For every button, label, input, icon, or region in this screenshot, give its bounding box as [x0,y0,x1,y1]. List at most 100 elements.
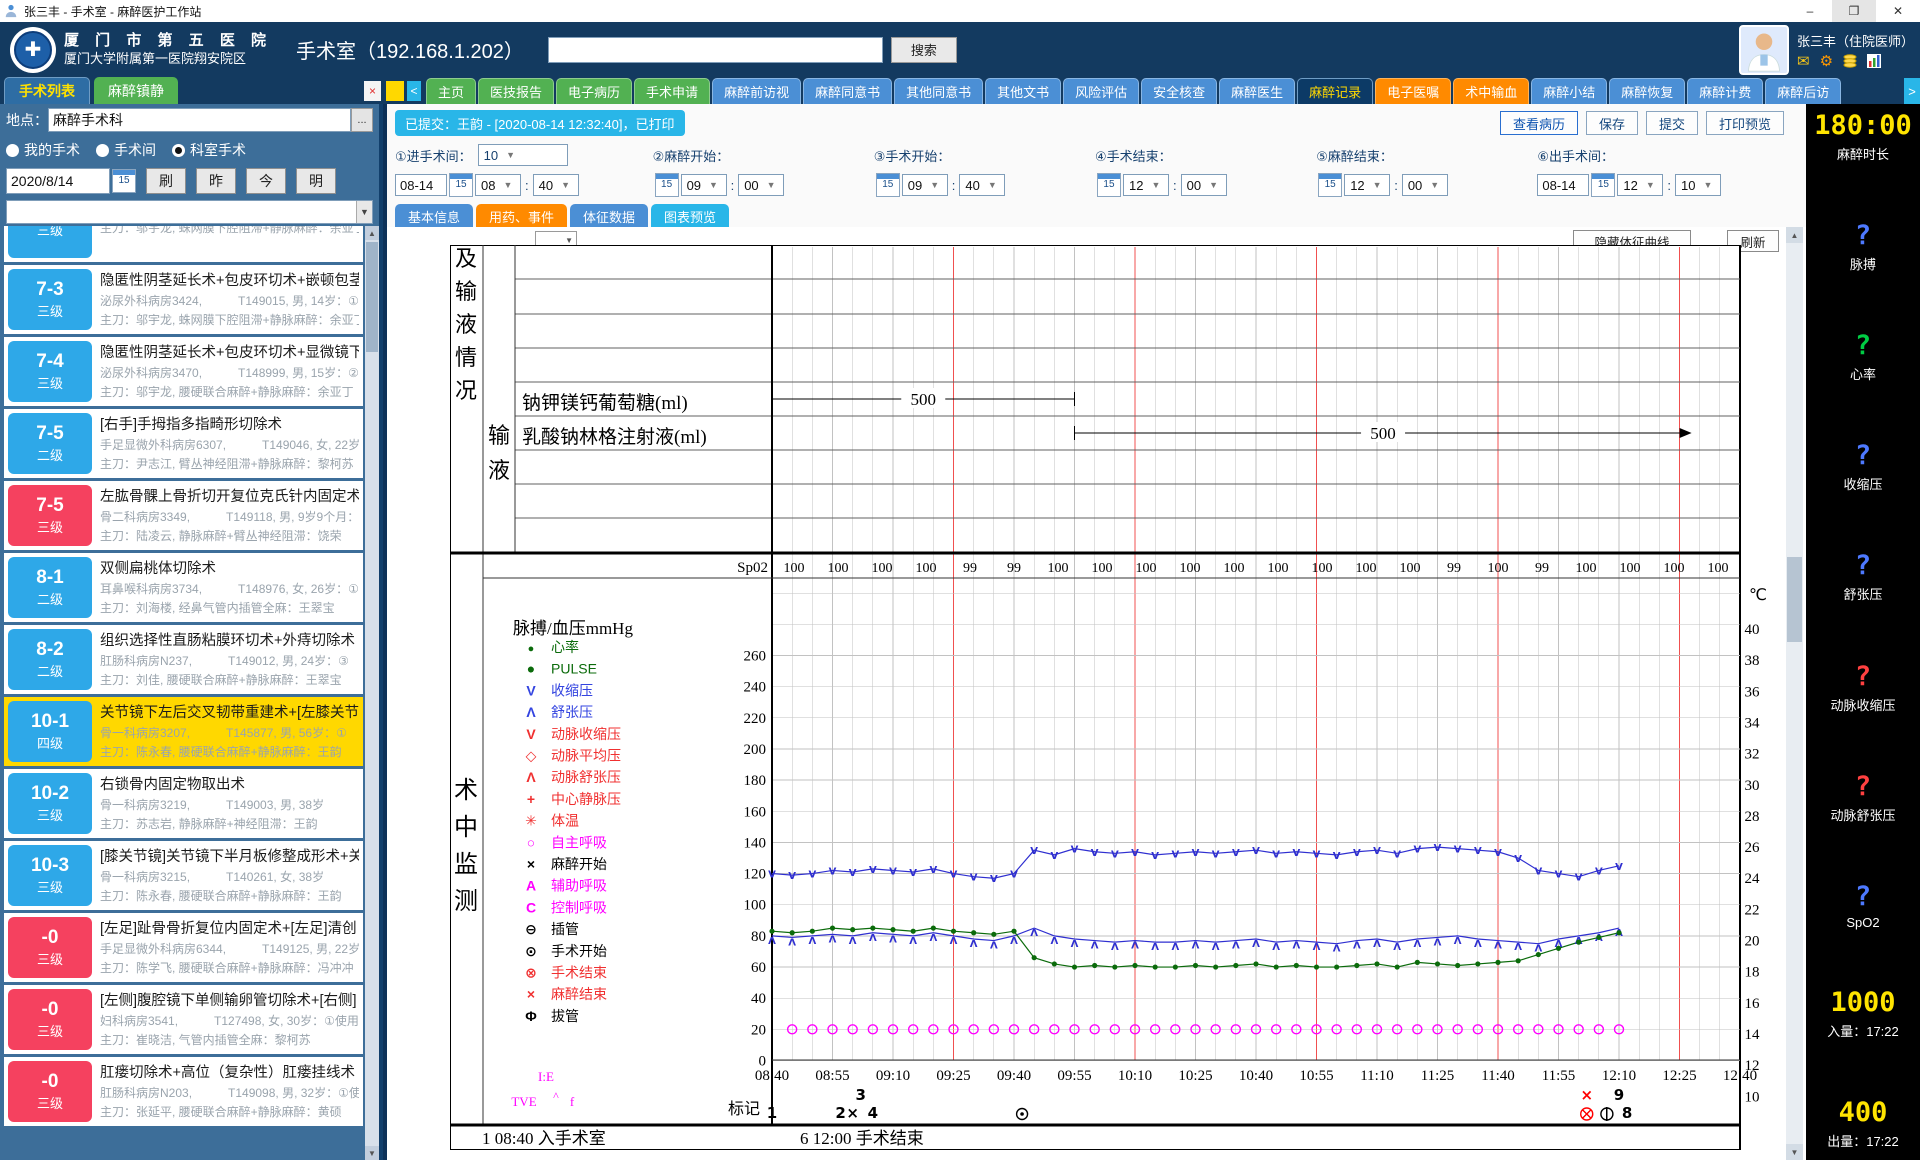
nav-tab-其他文书[interactable]: 其他文书 [985,78,1061,104]
calendar-icon[interactable]: 15 [1591,173,1615,197]
case-item[interactable]: 7-5三级左肱骨髁上骨折切开复位克氏针内固定术骨二科病房3349, T14911… [4,481,363,550]
minute-select[interactable]: 00▼ [1181,174,1227,196]
calendar-icon[interactable]: 15 [1318,173,1342,197]
scroll-left-button[interactable]: < [407,81,421,101]
nav-tab-手术申请[interactable]: 手术申请 [634,78,710,104]
svg-text:Λ: Λ [1252,939,1260,950]
calendar-icon[interactable]: 15 [1097,173,1121,197]
hour-select[interactable]: 12▼ [1344,174,1390,196]
nav-tab-电子病历[interactable]: 电子病历 [556,78,632,104]
sidebar-scrollbar[interactable]: ▲▼ [365,226,379,1160]
hour-select[interactable]: 09▼ [902,174,948,196]
minute-select[interactable]: 40▼ [959,174,1005,196]
nav-tab-麻醉恢复[interactable]: 麻醉恢复 [1609,78,1685,104]
gear-icon[interactable]: ⚙ [1820,54,1833,69]
sidebar-close-button[interactable]: × [364,81,381,101]
case-item[interactable]: 三级泌尿外科病房3409, 何于晧, T149000, 男, 12岁：①主刀：邬… [4,226,363,262]
hour-select[interactable]: 09▼ [681,174,727,196]
nav-tab-医技报告[interactable]: 医技报告 [478,78,554,104]
filter-select[interactable]: ▼ [6,200,373,224]
case-item[interactable]: -0三级[左足]趾骨骨折复位内固定术+[左足]清创手足显微外科病房6344, T… [4,913,363,982]
calendar-icon[interactable]: 15 [655,173,679,197]
calendar-icon[interactable]: 15 [112,169,136,193]
date-button-刷[interactable]: 刷 [146,168,186,194]
nav-tab-术中输血[interactable]: 术中输血 [1453,78,1529,104]
toolbar-button-提交[interactable]: 提交 [1646,111,1698,135]
calendar-icon[interactable]: 15 [876,173,900,197]
subtab-图表预览[interactable]: 图表预览 [651,204,729,228]
subtab-基本信息[interactable]: 基本信息 [395,204,473,228]
hour-select[interactable]: 12▼ [1123,174,1169,196]
case-item[interactable]: 10-3三级[膝关节镜]关节镜下半月板修整成形术+关骨一科病房3215, T14… [4,841,363,910]
sidebar: 地点： ... 我的手术手术间科室手术 15 刷昨今明 ▼ 三级泌尿外科病房34… [0,104,383,1160]
calendar-icon[interactable]: 15 [449,173,473,197]
date-field[interactable]: 08-14 [395,174,447,196]
date-field[interactable]: 08-14 [1537,174,1589,196]
minute-select[interactable]: 00▼ [1402,174,1448,196]
toolbar-button-打印预览[interactable]: 打印预览 [1706,111,1784,135]
nav-tab-其他同意书[interactable]: 其他同意书 [894,78,983,104]
case-item[interactable]: 8-2二级组织选择性直肠粘膜环切术+外痔切除术肛肠科病房N237, T14901… [4,625,363,694]
search-input[interactable] [548,37,883,63]
case-item[interactable]: 7-3三级隐匿性阴茎延长术+包皮环切术+嵌顿包茎泌尿外科病房3424, T149… [4,265,363,334]
case-item[interactable]: 7-4三级隐匿性阴茎延长术+包皮环切术+显微镜下泌尿外科病房3470, T148… [4,337,363,406]
pin-button[interactable] [386,81,404,101]
close-button[interactable]: ✕ [1876,0,1920,22]
sidebar-tab-1[interactable]: 麻醉镇静 [94,77,178,104]
scroll-right-button[interactable]: > [1904,78,1920,104]
nav-tab-安全核查[interactable]: 安全核查 [1141,78,1217,104]
subtab-体征数据[interactable]: 体征数据 [570,204,648,228]
svg-text:Λ: Λ [1313,942,1321,953]
nav-tab-麻醉小结[interactable]: 麻醉小结 [1531,78,1607,104]
hour-select[interactable]: 08▼ [475,174,521,196]
date-button-今[interactable]: 今 [246,168,286,194]
form-group-1: ②麻醉开始：1509▼:00▼ [653,142,874,202]
chart-scrollbar[interactable]: ▲▼ [1786,227,1803,1160]
nav-tab-麻醉计费[interactable]: 麻醉计费 [1687,78,1763,104]
sidebar-tab-0[interactable]: 手术列表 [4,77,90,104]
combo-value: 08 [481,178,495,193]
case-item[interactable]: 10-1四级关节镜下左后交叉韧带重建术+[左膝关节骨一科病房3207, T145… [4,697,363,766]
case-item[interactable]: 10-2三级右锁骨内固定物取出术骨一科病房3219, T149003, 男, 3… [4,769,363,838]
svg-text:Λ: Λ [1010,936,1018,947]
location-input[interactable] [48,108,351,132]
vital-value: 400 [1806,1097,1920,1128]
mail-icon[interactable]: ✉ [1797,54,1810,69]
date-button-昨[interactable]: 昨 [196,168,236,194]
room-select[interactable]: 10▼ [478,144,568,166]
search-button[interactable]: 搜索 [891,37,957,63]
minimize-button[interactable]: ‒ [1788,0,1832,22]
maximize-button[interactable]: ❐ [1832,0,1876,22]
toolbar-button-保存[interactable]: 保存 [1586,111,1638,135]
nav-tab-麻醉后访[interactable]: 麻醉后访 [1765,78,1841,104]
radio-科室手术[interactable]: 科室手术 [172,140,246,160]
nav-tab-主页[interactable]: 主页 [426,78,476,104]
case-item[interactable]: 7-5二级[右手]手拇指多指畸形切除术手足显微外科病房6307, T149046… [4,409,363,478]
chart-icon[interactable] [1867,54,1881,68]
minute-select[interactable]: 10▼ [1675,174,1721,196]
minute-select[interactable]: 00▼ [738,174,784,196]
date-input[interactable] [6,168,110,194]
svg-text:Λ: Λ [1050,936,1058,947]
subtab-用药、事件[interactable]: 用药、事件 [476,204,567,228]
nav-tab-麻醉同意书[interactable]: 麻醉同意书 [803,78,892,104]
nav-tab-麻醉记录[interactable]: 麻醉记录 [1297,78,1373,104]
toolbar-button-查看病历[interactable]: 查看病历 [1500,111,1578,135]
coins-icon[interactable] [1843,54,1857,68]
location-more-button[interactable]: ... [351,108,373,132]
svg-text:Λ: Λ [889,934,897,945]
case-item[interactable]: -0三级肛瘘切除术+高位（复杂性）肛瘘挂线术肛肠科病房N203, T149098… [4,1057,363,1126]
nav-tab-麻醉前访视[interactable]: 麻醉前访视 [712,78,801,104]
svg-text:16: 16 [1745,996,1761,1012]
radio-我的手术[interactable]: 我的手术 [6,140,80,160]
nav-tab-电子医嘱[interactable]: 电子医嘱 [1375,78,1451,104]
nav-tab-麻醉医生[interactable]: 麻醉医生 [1219,78,1295,104]
minute-select[interactable]: 40▼ [533,174,579,196]
nav-tab-风险评估[interactable]: 风险评估 [1063,78,1139,104]
time-form: ①进手术间：10▼08-141508▼:40▼②麻醉开始：1509▼:00▼③手… [395,142,1795,202]
case-item[interactable]: -0三级[左侧]腹腔镜下单侧输卵管切除术+[右侧]妇科病房3541, T1274… [4,985,363,1054]
case-item[interactable]: 8-1二级双侧扁桃体切除术耳鼻喉科病房3734, T148976, 女, 26岁… [4,553,363,622]
radio-手术间[interactable]: 手术间 [96,140,156,160]
date-button-明[interactable]: 明 [296,168,336,194]
hour-select[interactable]: 12▼ [1617,174,1663,196]
